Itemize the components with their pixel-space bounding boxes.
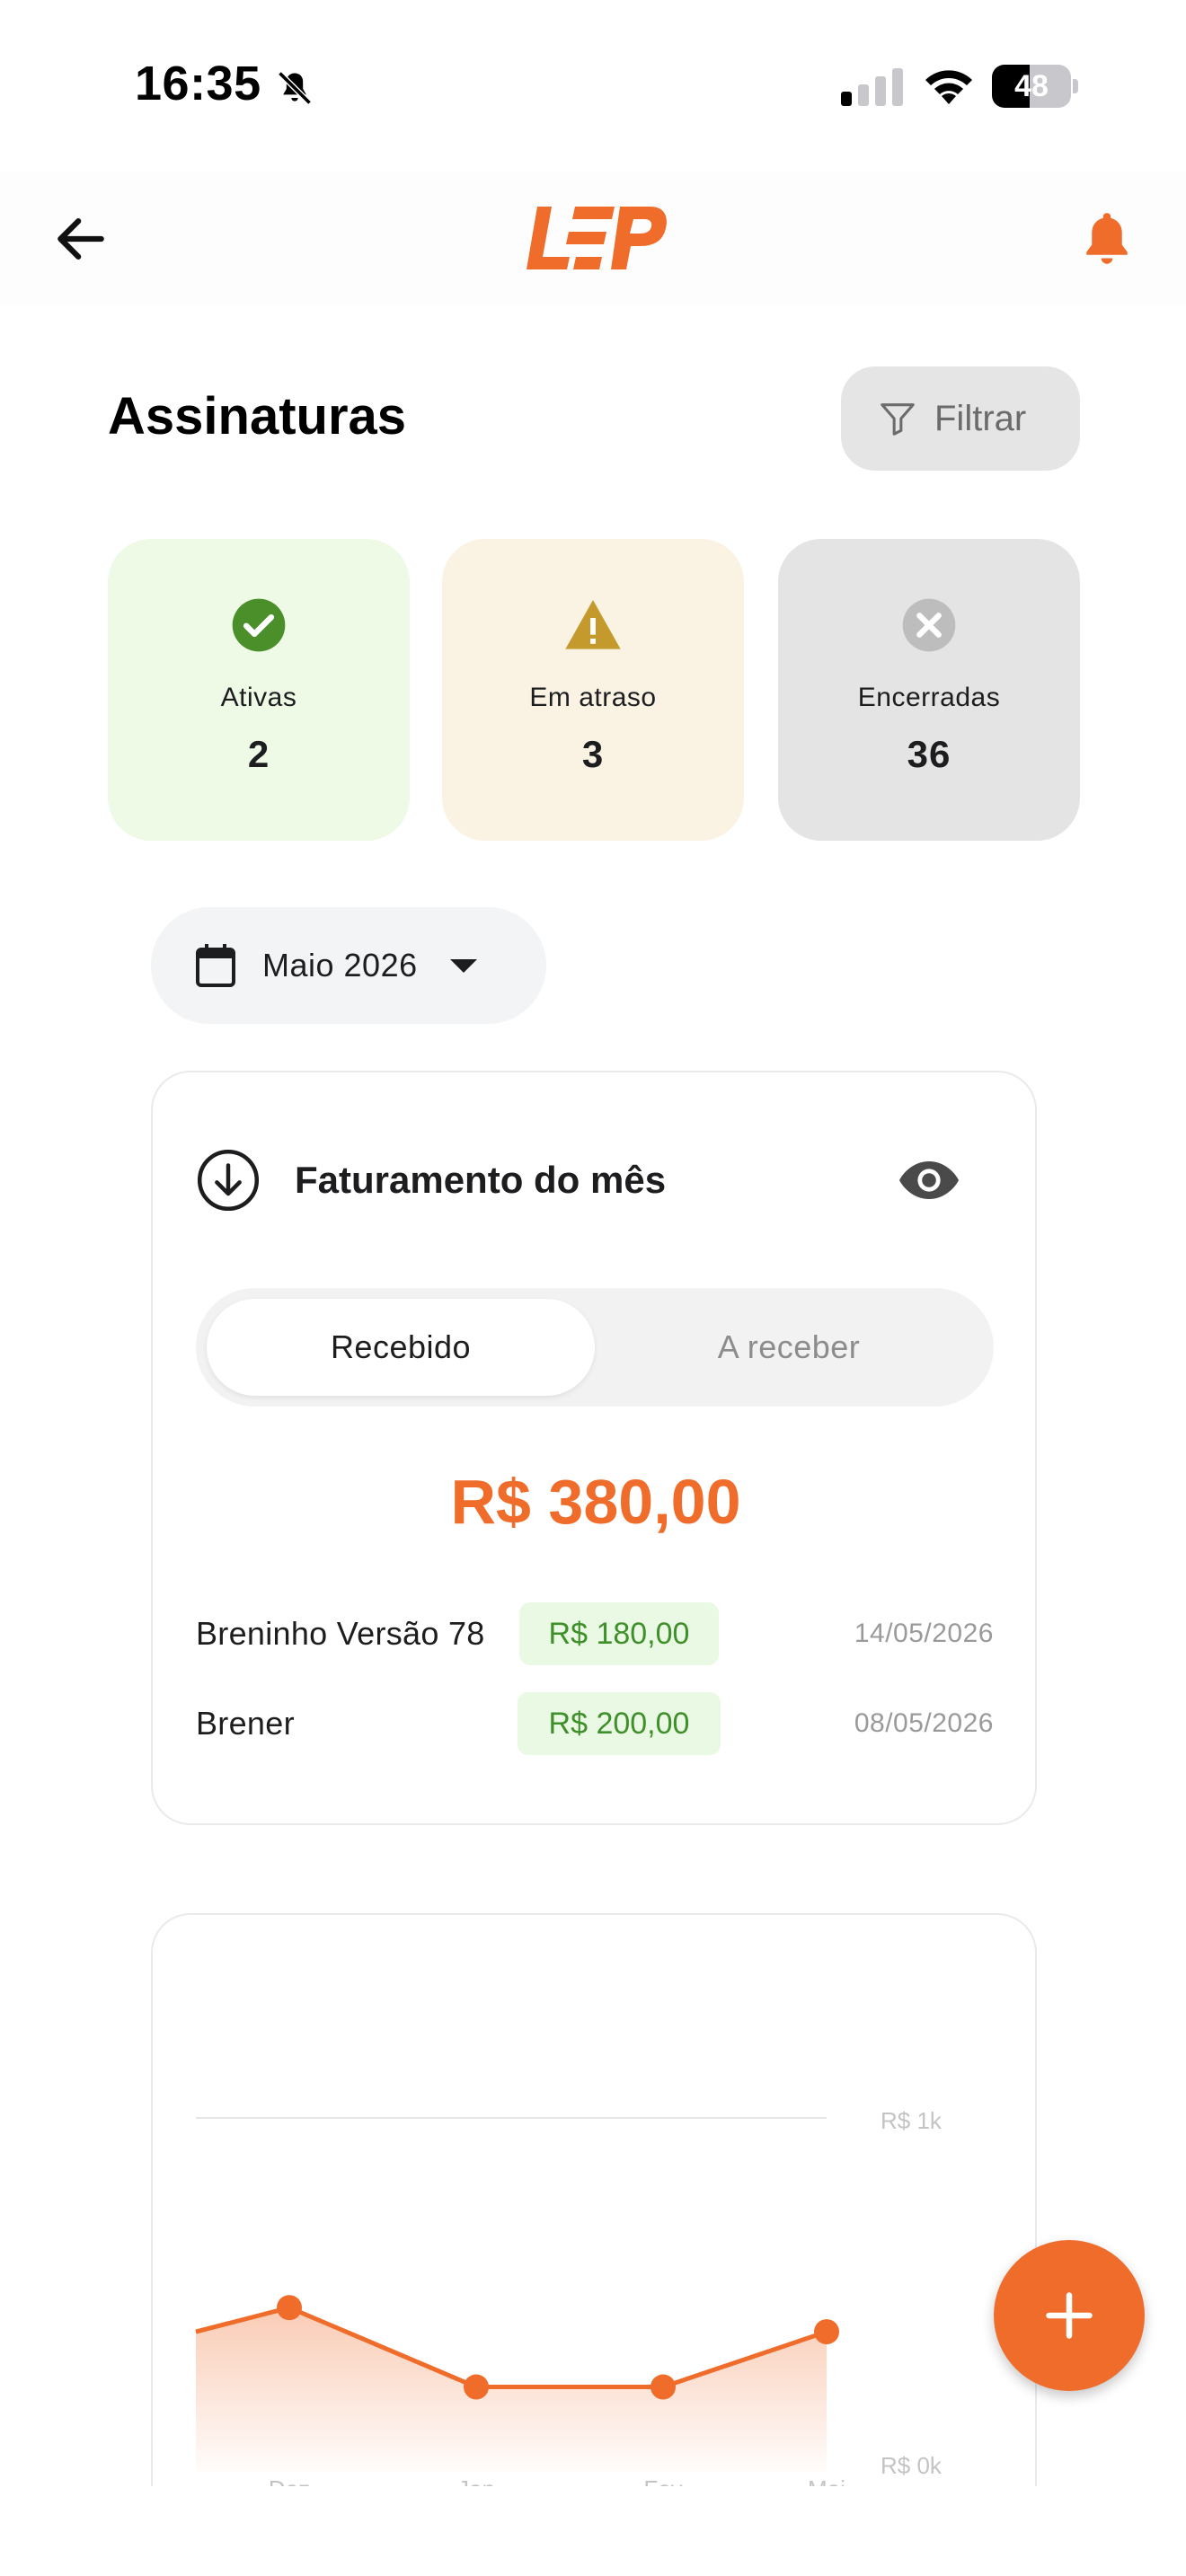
bell-icon bbox=[1086, 213, 1128, 264]
stat-label: Encerradas bbox=[857, 683, 1001, 712]
wifi-icon bbox=[925, 70, 972, 104]
payment-date: 08/05/2026 bbox=[854, 1708, 994, 1738]
add-subscription-button[interactable] bbox=[994, 2240, 1145, 2391]
status-bar: 16:35 48 bbox=[0, 0, 1186, 171]
filter-icon bbox=[881, 403, 915, 436]
payment-name: Breninho Versão 78 bbox=[196, 1615, 485, 1652]
app-header bbox=[0, 171, 1186, 305]
payment-amount-badge: R$ 180,00 bbox=[519, 1602, 719, 1665]
chart-point[interactable] bbox=[277, 2295, 302, 2321]
y-tick-label: R$ 0k bbox=[881, 2452, 943, 2479]
revenue-card: Faturamento do mês Recebido A receber R$… bbox=[151, 1071, 1037, 1825]
stat-label: Ativas bbox=[220, 683, 297, 712]
chart-point[interactable] bbox=[464, 2374, 489, 2400]
bottom-safe-area bbox=[0, 2486, 1186, 2576]
stat-label: Em atraso bbox=[529, 683, 657, 712]
revenue-total: R$ 380,00 bbox=[450, 1467, 741, 1537]
payment-date: 14/05/2026 bbox=[854, 1619, 994, 1648]
payment-amount-badge: R$ 200,00 bbox=[518, 1692, 721, 1755]
y-tick-label: R$ 1k bbox=[881, 2107, 943, 2134]
cancel-circle-icon bbox=[902, 598, 956, 652]
filter-label: Filtrar bbox=[934, 398, 1027, 438]
month-label: Maio 2026 bbox=[262, 947, 418, 984]
tab-received[interactable]: Recebido bbox=[207, 1299, 595, 1396]
caret-down-icon bbox=[449, 958, 477, 973]
month-selector[interactable]: Maio 2026 bbox=[151, 907, 546, 1024]
arrow-left-icon bbox=[58, 218, 104, 260]
stat-card-late[interactable]: Em atraso 3 bbox=[442, 539, 744, 841]
stat-card-active[interactable]: Ativas 2 bbox=[108, 539, 410, 841]
bell-off-icon bbox=[278, 71, 312, 105]
notifications-button[interactable] bbox=[1071, 203, 1143, 275]
chart-area bbox=[196, 2307, 827, 2472]
filter-button[interactable]: Filtrar bbox=[841, 366, 1080, 471]
calendar-icon bbox=[196, 944, 235, 987]
cellular-signal-icon bbox=[841, 68, 903, 106]
lep-logo bbox=[527, 207, 667, 269]
revenue-title: Faturamento do mês bbox=[295, 1159, 667, 1201]
payment-name: Brener bbox=[196, 1705, 295, 1742]
revenue-chart: R$ 1k R$ 0k DezJanFevMai bbox=[195, 2107, 943, 2502]
tab-to-receive[interactable]: A receber bbox=[595, 1299, 983, 1396]
stat-value: 3 bbox=[581, 733, 605, 775]
battery-percent: 48 bbox=[1014, 69, 1049, 103]
chart-point[interactable] bbox=[651, 2374, 676, 2400]
plus-icon bbox=[1046, 2292, 1093, 2339]
eye-icon[interactable] bbox=[897, 1153, 961, 1207]
chart-point[interactable] bbox=[814, 2319, 839, 2345]
payment-row[interactable]: Breninho Versão 78 R$ 180,00 14/05/2026 bbox=[196, 1602, 994, 1665]
revenue-tabs: Recebido A receber bbox=[196, 1288, 994, 1407]
revenue-chart-card: R$ 1k R$ 0k DezJanFevMai bbox=[151, 1913, 1037, 2576]
payment-row[interactable]: Brener R$ 200,00 08/05/2026 bbox=[196, 1692, 994, 1755]
battery-indicator: 48 bbox=[992, 65, 1078, 108]
page-title: Assinaturas bbox=[108, 387, 407, 446]
status-time: 16:35 bbox=[135, 57, 261, 110]
arrow-down-circle-icon bbox=[197, 1149, 260, 1212]
stat-value: 2 bbox=[247, 733, 270, 775]
check-circle-icon bbox=[232, 598, 286, 652]
back-button[interactable] bbox=[45, 203, 117, 275]
stat-value: 36 bbox=[907, 733, 951, 775]
stat-card-closed[interactable]: Encerradas 36 bbox=[778, 539, 1080, 841]
warning-icon bbox=[565, 600, 621, 649]
